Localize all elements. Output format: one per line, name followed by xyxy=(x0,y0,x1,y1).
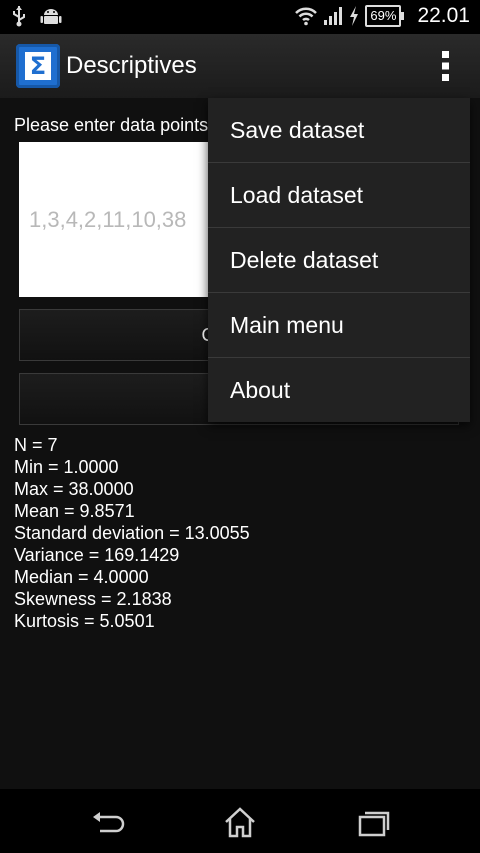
status-left xyxy=(12,5,62,27)
result-mean: Mean = 9.8571 xyxy=(14,501,135,521)
usb-icon xyxy=(12,5,26,27)
result-min: Min = 1.0000 xyxy=(14,457,119,477)
battery-indicator: 69% xyxy=(365,5,405,27)
result-std-dev: Standard deviation = 13.0055 xyxy=(14,523,250,543)
menu-item-load-dataset[interactable]: Load dataset xyxy=(208,163,470,228)
menu-item-delete-dataset[interactable]: Delete dataset xyxy=(208,228,470,293)
charging-icon xyxy=(349,6,359,26)
menu-item-save-dataset[interactable]: Save dataset xyxy=(208,98,470,163)
back-icon[interactable] xyxy=(88,805,128,839)
result-kurtosis: Kurtosis = 5.0501 xyxy=(14,611,155,631)
result-variance: Variance = 169.1429 xyxy=(14,545,180,565)
app-title: Descriptives xyxy=(66,52,197,79)
menu-item-about[interactable]: About xyxy=(208,358,470,422)
sigma-icon: Σ xyxy=(25,52,51,80)
status-clock: 22.01 xyxy=(417,4,470,27)
status-bar: 69% 22.01 xyxy=(0,0,480,34)
action-bar: Σ Descriptives xyxy=(0,34,480,98)
recent-apps-icon[interactable] xyxy=(354,805,394,839)
overflow-menu: Save dataset Load dataset Delete dataset… xyxy=(208,98,470,422)
navigation-bar xyxy=(0,789,480,853)
result-skewness: Skewness = 2.1838 xyxy=(14,589,172,609)
home-icon[interactable] xyxy=(220,805,260,839)
wifi-icon xyxy=(295,6,318,26)
overflow-menu-icon[interactable] xyxy=(442,50,450,82)
menu-item-main-menu[interactable]: Main menu xyxy=(208,293,470,358)
result-max: Max = 38.0000 xyxy=(14,479,134,499)
result-n: N = 7 xyxy=(14,435,58,455)
status-right: 69% 22.01 xyxy=(295,4,470,28)
signal-icon xyxy=(323,6,343,26)
android-icon xyxy=(40,5,62,27)
result-median: Median = 4.0000 xyxy=(14,567,149,587)
results-list: N = 7 Min = 1.0000 Max = 38.0000 Mean = … xyxy=(14,434,250,632)
app-icon[interactable]: Σ xyxy=(16,44,60,88)
data-prompt-label: Please enter data points xyxy=(14,115,209,135)
